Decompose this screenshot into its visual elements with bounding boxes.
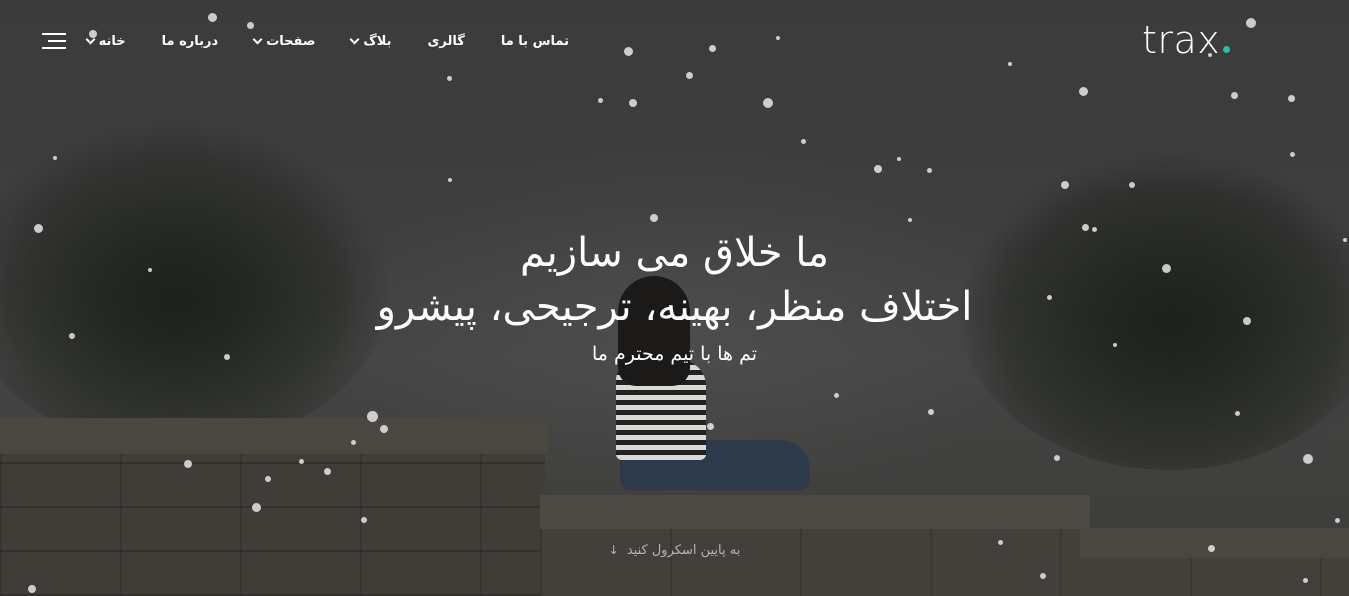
nav-item-label: گالری (427, 33, 465, 49)
chevron-down-icon (349, 34, 360, 44)
snow-particle (1287, 94, 1295, 102)
logo-text: trax (1142, 18, 1221, 62)
hamburger-menu-icon[interactable] (40, 33, 66, 51)
snow-particle (1054, 455, 1060, 461)
snow-particle (800, 138, 806, 144)
nav-item-gallery[interactable]: گالری (410, 34, 483, 49)
scroll-label: به پایین اسکرول کنید (626, 543, 741, 558)
stone-ledge (540, 495, 1090, 529)
top-navigation: trax خانه درباره ما صفحات بلاگ گالری تما… (0, 0, 1349, 82)
snow-particle (928, 409, 934, 415)
snow-particle (897, 157, 901, 161)
logo-dot (1223, 46, 1231, 53)
arrow-down-icon: ↓ (608, 543, 619, 557)
nav-item-about[interactable]: درباره ما (144, 34, 237, 49)
hero-subtitle: تم ها با تیم محترم ما (591, 343, 758, 365)
nav-item-label: تماس با ما (500, 33, 569, 49)
snow-particle (908, 218, 912, 222)
main-menu: خانه درباره ما صفحات بلاگ گالری تماس با … (69, 28, 587, 54)
snow-particle (448, 178, 452, 182)
snow-particle (833, 392, 839, 398)
hamburger-line (42, 33, 66, 35)
wall-cap (0, 418, 548, 454)
scroll-down-link[interactable]: به پایین اسکرول کنید ↓ (0, 543, 1349, 558)
snow-particle (706, 422, 714, 430)
nav-item-contact[interactable]: تماس با ما (483, 34, 587, 49)
chevron-down-icon (85, 34, 96, 44)
nav-item-label: بلاگ (363, 33, 392, 49)
snow-particle (650, 214, 658, 222)
hero-headline-line1: ما خلاق می سازیم (520, 230, 829, 276)
brand-logo[interactable]: trax (1142, 16, 1231, 64)
snow-particle (926, 167, 932, 173)
snow-particle (629, 99, 637, 107)
hero-headline-line2: اختلاف منظر، بهینه، ترجیحی، پیشرو (376, 284, 973, 330)
nav-item-label: درباره ما (161, 33, 219, 49)
nav-item-home[interactable]: خانه (69, 34, 144, 49)
snow-particle (1078, 86, 1088, 96)
hamburger-line (42, 47, 66, 49)
nav-item-pages[interactable]: صفحات (236, 34, 333, 49)
snow-particle (597, 97, 603, 103)
snow-particle (763, 98, 773, 108)
snow-particle (1334, 517, 1340, 523)
nav-item-label: خانه (98, 33, 126, 49)
nav-item-blog[interactable]: بلاگ (333, 34, 409, 49)
snow-particle (1230, 91, 1238, 99)
snow-particle (874, 165, 882, 173)
hamburger-line (48, 40, 66, 42)
chevron-down-icon (252, 34, 263, 44)
snow-particle (1303, 454, 1313, 464)
snow-particle (1289, 151, 1295, 157)
nav-item-label: صفحات (266, 33, 316, 49)
